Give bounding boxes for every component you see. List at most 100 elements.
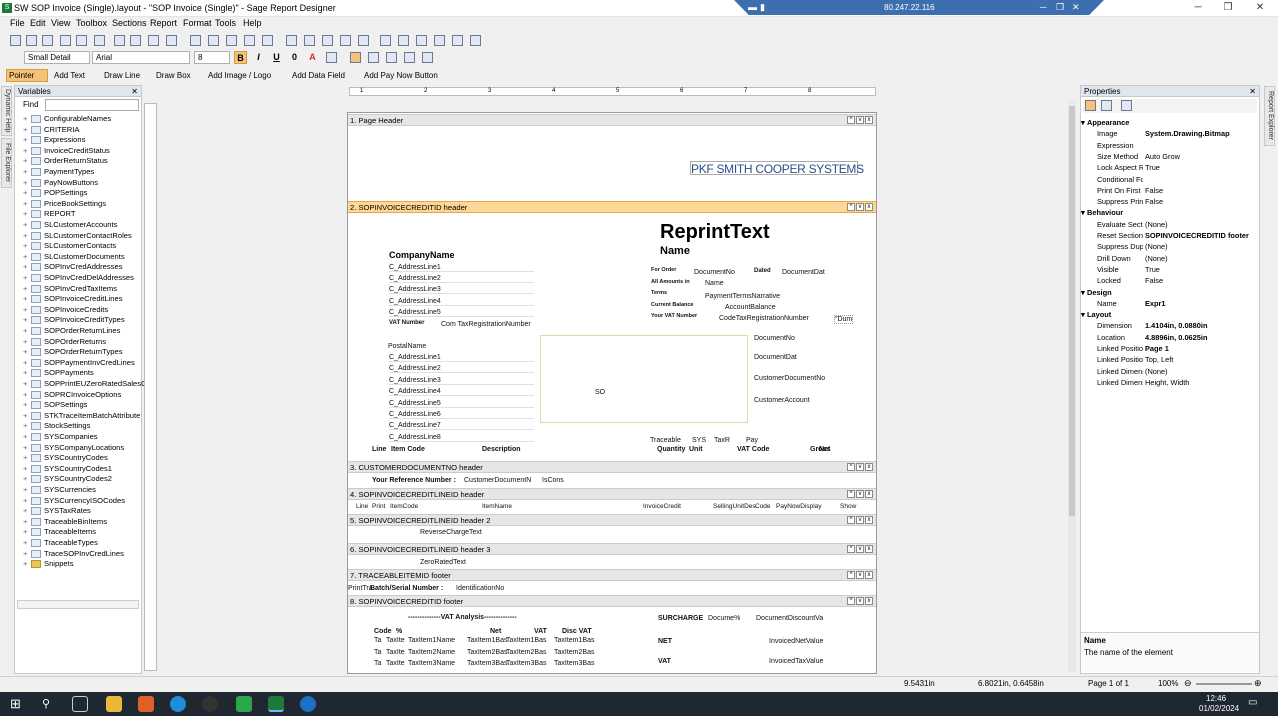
section-close-icon[interactable]: x xyxy=(865,597,873,605)
expand-icon[interactable]: + xyxy=(23,199,29,210)
minimize-icon[interactable]: ─ xyxy=(1184,1,1212,15)
property-value[interactable]: (None) xyxy=(1145,366,1259,377)
remote-minimize-icon[interactable]: ─ xyxy=(1040,2,1046,12)
expand-icon[interactable]: + xyxy=(23,464,29,475)
section-expand-icon[interactable]: v xyxy=(856,116,864,124)
center-icon[interactable] xyxy=(340,35,351,46)
line-field[interactable]: Line xyxy=(356,503,368,510)
property-row[interactable]: Suppress Dupl (None) xyxy=(1081,241,1259,252)
line-field[interactable]: InvoiceCredit xyxy=(643,503,681,510)
variable-item[interactable]: + SOPInvoiceCreditTypes xyxy=(23,315,125,326)
section-close-icon[interactable]: x xyxy=(865,545,873,553)
bold-icon[interactable]: B xyxy=(234,51,247,64)
section-collapse-icon[interactable]: ^ xyxy=(847,203,855,211)
delivery-address-line[interactable]: C_AddressLine7 xyxy=(389,422,534,431)
expand-icon[interactable]: + xyxy=(23,241,29,252)
expand-icon[interactable]: + xyxy=(23,273,29,284)
identification-field[interactable]: IdentificationNo xyxy=(456,585,504,592)
expand-icon[interactable]: + xyxy=(23,188,29,199)
notifications-icon[interactable]: ▭ xyxy=(1248,697,1257,708)
property-category[interactable]: ▾ Behaviour xyxy=(1081,207,1259,218)
expand-icon[interactable]: + xyxy=(23,411,29,422)
property-value[interactable]: Height, Width xyxy=(1145,377,1259,388)
alphabetical-icon[interactable] xyxy=(1101,100,1112,111)
ie-icon[interactable] xyxy=(300,696,316,712)
delivery-address-line[interactable]: C_AddressLine3 xyxy=(389,377,534,385)
expand-icon[interactable]: + xyxy=(23,443,29,454)
section-line-header-3[interactable]: 6. SOPINVOICECREDITLINEID header 3 ^ v x xyxy=(348,543,876,555)
grid-icon[interactable] xyxy=(262,35,273,46)
section-expand-icon[interactable]: v xyxy=(856,571,864,579)
expand-icon[interactable]: + xyxy=(23,262,29,273)
reverse-charge-field[interactable]: ReverseChargeText xyxy=(420,529,482,536)
search-icon[interactable]: ⚲ xyxy=(42,697,50,710)
address-line[interactable]: C_AddressLine5 xyxy=(389,309,534,317)
edit-icon[interactable] xyxy=(114,35,125,46)
line-field[interactable]: Show xyxy=(840,503,856,510)
document-no-field[interactable]: DocumentNo xyxy=(694,269,735,276)
variable-item[interactable]: + InvoiceCreditStatus xyxy=(23,146,110,157)
variable-item[interactable]: + Snippets xyxy=(23,559,74,570)
expand-icon[interactable]: + xyxy=(23,485,29,496)
menu-file[interactable]: File xyxy=(10,18,25,28)
expand-icon[interactable]: + xyxy=(23,305,29,316)
variable-item[interactable]: + SOPPayments xyxy=(23,368,94,379)
vat-cell[interactable]: TaxItem3Bas xyxy=(554,660,594,667)
line-field[interactable]: SellingUnitDes xyxy=(713,503,756,510)
new-icon[interactable] xyxy=(10,35,21,46)
property-row[interactable]: Linked Position Top, Left xyxy=(1081,354,1259,365)
property-value[interactable]: Top, Left xyxy=(1145,354,1259,365)
document-discount-field[interactable]: DocumentDiscountVa xyxy=(756,615,823,622)
section-collapse-icon[interactable]: ^ xyxy=(847,490,855,498)
property-value[interactable]: (None) xyxy=(1145,253,1259,264)
variable-item[interactable]: + SOPSettings xyxy=(23,400,87,411)
dynamic-help-tab[interactable]: Dynamic Help xyxy=(1,86,12,136)
variable-item[interactable]: + SLCustomerContactRoles xyxy=(23,231,132,242)
copy-icon[interactable] xyxy=(398,35,409,46)
expand-icon[interactable]: + xyxy=(23,453,29,464)
property-row[interactable]: Size Method Auto Grow xyxy=(1081,151,1259,162)
zoom-in-icon[interactable]: ⊕ xyxy=(1254,678,1262,689)
vat-cell[interactable]: Ta xyxy=(374,660,381,667)
line-field[interactable]: PayNowDisplay xyxy=(776,503,822,510)
report-explorer-tab[interactable]: Report Explorer xyxy=(1264,86,1275,146)
filter-icon[interactable] xyxy=(148,35,159,46)
property-value[interactable]: True xyxy=(1145,264,1259,275)
right-field[interactable]: CustomerDocumentNo xyxy=(754,375,825,382)
variable-item[interactable]: + TraceableTypes xyxy=(23,538,98,549)
order-icon[interactable] xyxy=(358,35,369,46)
section-expand-icon[interactable]: v xyxy=(856,490,864,498)
variable-item[interactable]: + SOPOrderReturns xyxy=(23,337,106,348)
payment-terms-field[interactable]: PaymentTermsNarrative xyxy=(705,293,780,300)
align-right-icon[interactable] xyxy=(386,52,397,63)
variable-item[interactable]: + OrderReturnStatus xyxy=(23,156,108,167)
header-small-field[interactable]: Traceable xyxy=(650,437,681,444)
property-value[interactable]: (None) xyxy=(1145,241,1259,252)
strikeout-icon[interactable]: 0 xyxy=(288,51,301,64)
vat-cell[interactable]: TaxItem2Bas xyxy=(554,649,594,656)
right-field[interactable]: DocumentNo xyxy=(754,335,795,342)
sort-icon[interactable] xyxy=(166,35,177,46)
undo-icon[interactable] xyxy=(452,35,463,46)
justify-icon[interactable] xyxy=(404,52,415,63)
company-logo[interactable]: PKF SMITH COOPER SYSTEMS xyxy=(690,161,864,176)
canvas-scroll-thumb[interactable] xyxy=(1069,106,1075,516)
add-pay-now-tool[interactable]: Add Pay Now Button xyxy=(364,71,438,80)
line-field[interactable]: Code xyxy=(755,503,771,510)
property-value[interactable]: False xyxy=(1145,196,1259,207)
line-field[interactable]: ItemCode xyxy=(390,503,418,510)
vat-number-field[interactable]: Com TaxRegistrationNumber xyxy=(441,321,531,328)
italic-icon[interactable]: I xyxy=(252,51,265,64)
expand-icon[interactable]: + xyxy=(23,209,29,220)
collapse-icon[interactable]: ▾ xyxy=(1081,207,1085,218)
variable-item[interactable]: + REPORT xyxy=(23,209,76,220)
menu-help[interactable]: Help xyxy=(243,18,262,28)
company-name[interactable]: CompanyName xyxy=(389,250,455,260)
start-icon[interactable]: ⊞ xyxy=(10,696,21,712)
variable-item[interactable]: + PayNowButtons xyxy=(23,178,98,189)
variable-item[interactable]: + SOPInvCredDelAddresses xyxy=(23,273,134,284)
expand-icon[interactable]: + xyxy=(23,114,29,125)
collapse-icon[interactable]: ▾ xyxy=(1081,309,1085,320)
expand-icon[interactable]: + xyxy=(23,294,29,305)
vat-cell[interactable]: TaxItem1Bas xyxy=(467,637,507,644)
